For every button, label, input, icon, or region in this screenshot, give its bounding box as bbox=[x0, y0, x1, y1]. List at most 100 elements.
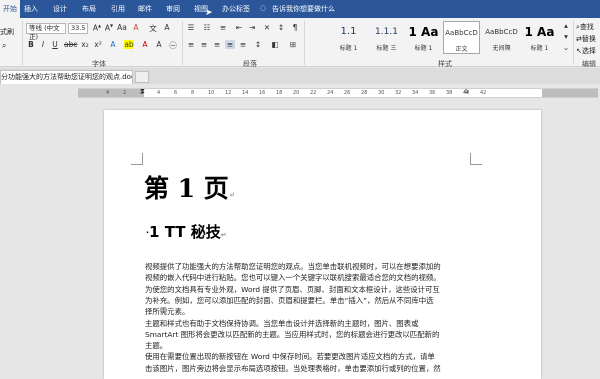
tab-references[interactable]: 引用 bbox=[111, 4, 125, 14]
document-tab[interactable]: 分功能强大的方法帮助您证明您的观点.docx bbox=[0, 70, 133, 84]
paragraph-line: 击该图片，图片旁边将会显示布局选项按钮。当处理表格时，单击要添加行或列的位置，然 bbox=[145, 363, 441, 373]
font-name-select[interactable]: 等线 (中文正) bbox=[26, 23, 66, 41]
style-heading1-b[interactable]: 1 Aa 标题 1 bbox=[405, 21, 442, 54]
line-spacing-icon[interactable]: ↕ bbox=[253, 40, 263, 49]
style-normal[interactable]: AaBbCcD 正文 bbox=[443, 21, 480, 54]
clear-formatting-icon[interactable]: A bbox=[131, 23, 141, 32]
ruler-tick-label: 18 bbox=[276, 90, 283, 96]
ruler-margin-right bbox=[542, 89, 598, 97]
style-no-spacing[interactable]: AaBbCcD 无间隔 bbox=[483, 21, 520, 54]
justify-icon[interactable]: ≡ bbox=[225, 40, 235, 49]
paragraph-line: 视频的嵌入代码中进行粘贴。您也可以键入一个关键字以联机搜索最适合您的文档的视频。 bbox=[145, 273, 441, 283]
show-marks-icon[interactable]: ¶ bbox=[290, 23, 300, 32]
numbering-icon[interactable]: ☷ bbox=[202, 23, 212, 32]
bullets-icon[interactable]: ☰ bbox=[186, 23, 196, 32]
style-heading3[interactable]: 1.1.1 标题 三 bbox=[368, 21, 405, 54]
document-page[interactable]: 第 1 页↵ ·1 TT 秘技↵ 视频提供了功能强大的方法帮助您证明您的观点。当… bbox=[104, 110, 541, 379]
ribbon-home: 式刷 ⌕ 等线 (中文正) 33.5 A▲ A▼ Aa A 文 A B I U … bbox=[0, 18, 600, 68]
increase-indent-icon[interactable]: ⇥ bbox=[247, 23, 257, 32]
divider bbox=[573, 21, 574, 65]
tab-review[interactable]: 审阅 bbox=[166, 4, 180, 14]
align-center-icon[interactable]: ≡ bbox=[199, 40, 209, 49]
styles-more-icon[interactable]: ⌄ bbox=[561, 43, 571, 52]
ruler-tick-label: 42 bbox=[480, 90, 487, 96]
tell-me-search[interactable]: 告诉我你想要做什么 bbox=[272, 4, 335, 14]
mouse-cursor-icon: ➤ bbox=[205, 8, 213, 18]
tab-design[interactable]: 设计 bbox=[53, 4, 67, 14]
paragraph-line: SmartArt 图形将会更改以匹配新的主题。当应用样式时，您的标题会进行更改以… bbox=[145, 329, 440, 339]
multilevel-list-icon[interactable]: ≡ bbox=[218, 23, 228, 32]
ruler-tick-label: 4 bbox=[157, 90, 161, 96]
bullet-dot: · bbox=[146, 228, 150, 237]
tab-insert[interactable]: 插入 bbox=[24, 4, 38, 14]
divider bbox=[304, 21, 305, 65]
strikethrough-icon[interactable]: abc bbox=[64, 40, 77, 49]
distributed-icon[interactable]: ≡ bbox=[238, 40, 248, 49]
highlight-icon[interactable]: ab bbox=[124, 40, 134, 49]
ruler-tick-label: 4 bbox=[106, 90, 110, 96]
ruler-tick-label: 16 bbox=[259, 90, 266, 96]
heading-1: 第 1 页↵ bbox=[144, 174, 235, 203]
tab-mailings[interactable]: 邮件 bbox=[138, 4, 152, 14]
ruler-tick-label: 36 bbox=[429, 90, 436, 96]
change-case-icon[interactable]: Aa bbox=[117, 23, 127, 32]
styles-scroll-down-icon[interactable]: ▾ bbox=[561, 32, 571, 41]
ruler-tick-label: 28 bbox=[361, 90, 368, 96]
horizontal-ruler[interactable]: ⧗ ⌂ 4 2 2 4 6 8 10 12 14 16 18 20 22 24 26 28 30 32 34 36 38… bbox=[78, 87, 598, 98]
find-button[interactable]: ⌕查找 bbox=[576, 22, 594, 32]
char-border-icon[interactable]: A bbox=[162, 23, 172, 32]
font-size-select[interactable]: 33.5 bbox=[68, 23, 88, 34]
new-tab-button[interactable] bbox=[135, 71, 149, 83]
ruler-tick-label: 14 bbox=[242, 90, 249, 96]
chinese-layout-icon[interactable]: ✕ bbox=[262, 23, 272, 32]
format-painter-button[interactable]: 式刷 bbox=[0, 27, 14, 37]
divider bbox=[22, 21, 23, 65]
paragraph-line: 主题。 bbox=[145, 341, 168, 351]
subscript-icon[interactable]: x₂ bbox=[80, 40, 90, 49]
ruler-tick-label: 38 bbox=[446, 90, 453, 96]
shading-icon[interactable]: A bbox=[154, 40, 164, 49]
underline-icon[interactable]: U bbox=[50, 40, 60, 49]
bold-icon[interactable]: B bbox=[26, 40, 36, 49]
paragraph-line: 主题和样式也有助于文档保持协调。当您单击设计并选择新的主题时，图片、图表或 bbox=[145, 318, 419, 328]
ruler-tick-label: 22 bbox=[310, 90, 317, 96]
ruler-tick-label: 8 bbox=[191, 90, 195, 96]
enclose-char-icon[interactable]: ㊀ bbox=[168, 40, 178, 51]
align-left-icon[interactable]: ≡ bbox=[186, 40, 196, 49]
sort-icon[interactable]: ↕ bbox=[276, 23, 286, 32]
ruler-margin-left bbox=[78, 89, 144, 97]
paragraph-line: 为使您的文档具有专业外观，Word 提供了页眉、页脚、封面和文本框设计，这些设计… bbox=[145, 284, 440, 294]
style-heading1-a[interactable]: 1.1 标题 1 bbox=[330, 21, 367, 54]
tab-office-tab[interactable]: 办公标签 bbox=[222, 4, 250, 14]
grow-font-icon[interactable]: A▲ bbox=[92, 23, 102, 33]
ruler-tick-label: 20 bbox=[293, 90, 300, 96]
select-button[interactable]: ↖选择 bbox=[576, 46, 596, 56]
document-tab-bar: 分功能强大的方法帮助您证明您的观点.docx bbox=[0, 68, 600, 84]
styles-scroll-up-icon[interactable]: ▴ bbox=[561, 21, 571, 30]
ruler-tick-label: 6 bbox=[174, 90, 178, 96]
phonetic-guide-icon[interactable]: 文 bbox=[148, 23, 158, 34]
replace-button[interactable]: ⇄替换 bbox=[576, 34, 596, 44]
tab-layout[interactable]: 布局 bbox=[82, 4, 96, 14]
paragraph-line: 为补充。例如，您可以添加匹配的封面、页眉和提要栏。单击“插入”，然后从不同库中选 bbox=[145, 295, 434, 305]
superscript-icon[interactable]: x² bbox=[93, 40, 103, 49]
borders-icon[interactable]: ⊞ bbox=[288, 40, 298, 49]
clipboard-icon[interactable]: ⌕ bbox=[2, 41, 6, 51]
ruler-tick-label: 2 bbox=[140, 90, 144, 96]
shading-bucket-icon[interactable]: ◧ bbox=[270, 40, 280, 49]
shrink-font-icon[interactable]: A▼ bbox=[104, 23, 114, 33]
heading-2: ·1 TT 秘技↵ bbox=[146, 223, 227, 241]
tab-home[interactable]: 开始 bbox=[0, 0, 20, 18]
paragraph-line: 择所需元素。 bbox=[145, 307, 190, 317]
align-right-icon[interactable]: ≡ bbox=[212, 40, 222, 49]
decrease-indent-icon[interactable]: ⇤ bbox=[234, 23, 244, 32]
lightbulb-icon: ◌ bbox=[260, 4, 267, 12]
ruler-tick-label: 10 bbox=[208, 90, 215, 96]
text-effects-icon[interactable]: A bbox=[108, 40, 118, 49]
ruler-tick-label: 24 bbox=[327, 90, 334, 96]
ruler-tick-label: 2 bbox=[123, 90, 127, 96]
paragraph-line: 使用在需要位置出现的新按钮在 Word 中保存时间。若要更改图片适应文档的方式，… bbox=[145, 352, 435, 362]
italic-icon[interactable]: I bbox=[38, 40, 48, 49]
font-color-icon[interactable]: A bbox=[140, 40, 150, 49]
style-heading1-c[interactable]: 1 Aa 标题 1 bbox=[521, 21, 558, 54]
